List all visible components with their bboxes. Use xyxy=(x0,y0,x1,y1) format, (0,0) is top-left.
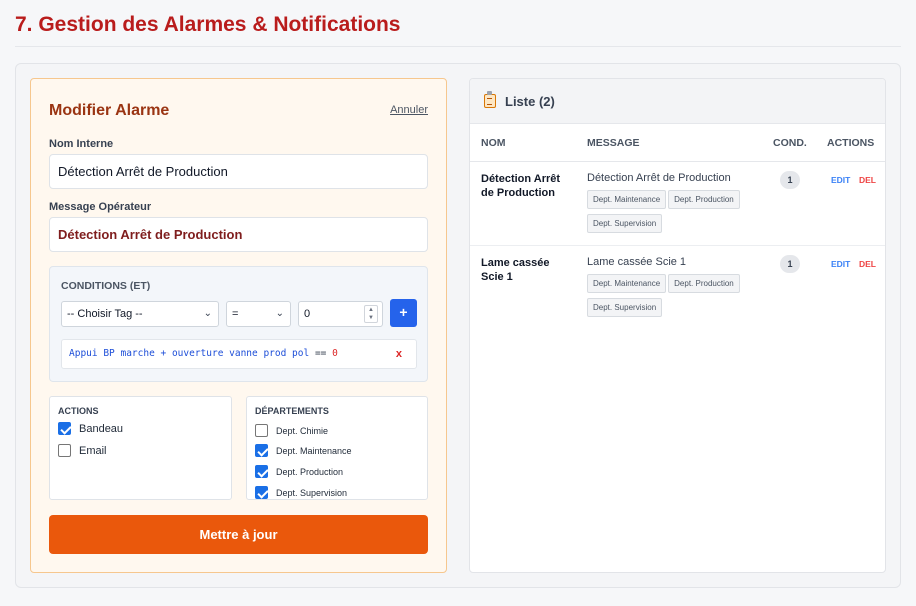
condition-value: 0 xyxy=(332,348,338,359)
clipboard-icon xyxy=(484,91,496,108)
departments-box: DÉPARTEMENTS Dept. Chimie Dept. Maintena… xyxy=(246,396,428,500)
message-label: Message Opérateur xyxy=(49,201,152,213)
value-input[interactable]: 0 ▲ ▼ xyxy=(298,301,383,327)
message-input[interactable]: Détection Arrêt de Production xyxy=(49,217,428,252)
spinner-icon[interactable]: ▲ ▼ xyxy=(364,305,378,323)
department-label: Dept. Chimie xyxy=(276,425,329,436)
form-title: Modifier Alarme xyxy=(49,102,170,119)
condition-item: Appui BP marche + ouverture vanne prod p… xyxy=(61,339,417,369)
conditions-box: CONDITIONS (ET) -- Choisir Tag -- ⌄ = ⌄ … xyxy=(49,266,428,382)
tag-select-value: -- Choisir Tag -- xyxy=(67,308,143,320)
delete-button[interactable]: DEL xyxy=(859,175,876,185)
chevron-down-icon: ⌄ xyxy=(275,308,284,319)
delete-button[interactable]: DEL xyxy=(859,259,876,269)
column-header-cond: COND. xyxy=(773,137,807,149)
alarm-list-panel: Liste (2) NOM MESSAGE COND. ACTIONS Déte… xyxy=(469,78,886,573)
condition-count-badge: 1 xyxy=(780,171,800,189)
value-input-text: 0 xyxy=(304,308,311,320)
department-badges: Dept. Maintenance Dept. Production Dept. S… xyxy=(587,189,757,237)
condition-tag: Appui BP marche + ouverture vanne prod p… xyxy=(69,348,310,359)
checkbox-unchecked[interactable] xyxy=(255,424,268,437)
operator-select[interactable]: = ⌄ xyxy=(226,301,291,327)
department-maintenance[interactable]: Dept. Maintenance xyxy=(255,444,352,457)
name-input[interactable]: Détection Arrêt de Production xyxy=(49,154,428,189)
alarm-message: Lame cassée Scie 1 xyxy=(587,256,687,268)
add-condition-button[interactable]: + xyxy=(390,299,417,327)
list-title: Liste (2) xyxy=(505,94,555,109)
alarm-name: Détection Arrêt de Production xyxy=(481,173,561,199)
edit-button[interactable]: EDIT xyxy=(831,175,850,185)
column-header-name: NOM xyxy=(481,137,506,149)
page-title: 7. Gestion des Alarmes & Notifications xyxy=(15,13,401,36)
chevron-down-icon: ⌄ xyxy=(203,308,212,319)
department-badge: Dept. Maintenance xyxy=(587,190,667,209)
department-badge: Dept. Supervision xyxy=(587,298,663,317)
table-row: Détection Arrêt de Production Détection … xyxy=(470,162,885,246)
list-header: Liste (2) xyxy=(470,79,885,124)
edit-alarm-panel: Modifier Alarme Annuler Nom Interne Déte… xyxy=(30,78,447,573)
department-badge: Dept. Maintenance xyxy=(587,274,667,293)
department-badges: Dept. Maintenance Dept. Production Dept. S… xyxy=(587,273,757,321)
checkbox-checked[interactable] xyxy=(58,422,71,435)
alarm-name: Lame cassée Scie 1 xyxy=(481,257,550,283)
table-row: Lame cassée Scie 1 Lame cassée Scie 1 De… xyxy=(470,246,885,330)
title-divider xyxy=(15,46,901,47)
column-header-message: MESSAGE xyxy=(587,137,640,149)
department-label: Dept. Maintenance xyxy=(276,445,352,456)
condition-operator: == xyxy=(314,348,327,359)
remove-condition-button[interactable]: x xyxy=(396,340,402,368)
department-badge: Dept. Production xyxy=(668,190,740,209)
department-supervision[interactable]: Dept. Supervision xyxy=(255,486,347,499)
cancel-link[interactable]: Annuler xyxy=(390,104,428,116)
action-bandeau[interactable]: Bandeau xyxy=(58,422,123,435)
update-button[interactable]: Mettre à jour xyxy=(49,515,428,554)
department-label: Dept. Supervision xyxy=(276,487,348,498)
action-email[interactable]: Email xyxy=(58,444,107,457)
condition-count-badge: 1 xyxy=(780,255,800,273)
department-badge: Dept. Production xyxy=(668,274,740,293)
edit-button[interactable]: EDIT xyxy=(831,259,850,269)
name-label: Nom Interne xyxy=(49,138,114,150)
department-badge: Dept. Supervision xyxy=(587,214,663,233)
checkbox-checked[interactable] xyxy=(255,486,268,499)
column-header-actions: ACTIONS xyxy=(827,137,875,149)
actions-box: ACTIONS Bandeau Email xyxy=(49,396,232,500)
tag-select[interactable]: -- Choisir Tag -- ⌄ xyxy=(61,301,219,327)
operator-select-value: = xyxy=(232,308,239,320)
alarm-message: Détection Arrêt de Production xyxy=(587,172,731,184)
action-label: Bandeau xyxy=(79,422,124,435)
department-label: Dept. Production xyxy=(276,466,344,477)
conditions-title: CONDITIONS (ET) xyxy=(61,280,151,292)
checkbox-checked[interactable] xyxy=(255,444,268,457)
checkbox-unchecked[interactable] xyxy=(58,444,71,457)
department-chimie[interactable]: Dept. Chimie xyxy=(255,424,328,437)
actions-title: ACTIONS xyxy=(58,406,99,416)
checkbox-checked[interactable] xyxy=(255,465,268,478)
department-production[interactable]: Dept. Production xyxy=(255,465,343,478)
action-label: Email xyxy=(79,444,107,457)
departments-title: DÉPARTEMENTS xyxy=(255,406,329,416)
